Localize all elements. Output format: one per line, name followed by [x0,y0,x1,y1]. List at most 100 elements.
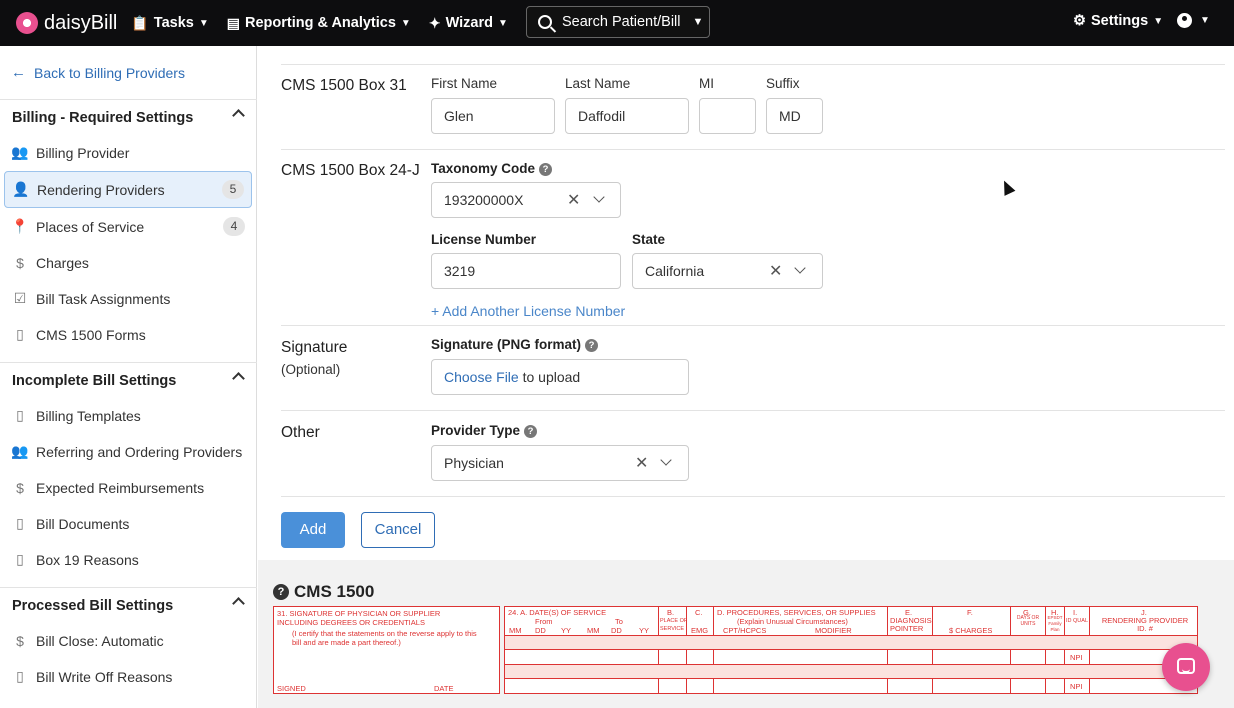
suffix-field[interactable]: MD [766,98,823,134]
cms-d-label: D. PROCEDURES, SERVICES, OR SUPPLIES [717,608,876,617]
chevron-down-icon: ▼ [692,16,704,28]
sidebar-item-label: Bill Documents [36,515,130,532]
clear-icon[interactable]: ✕ [567,190,580,210]
sidebar-item-label: Bill Task Assignments [36,290,171,307]
sidebar-item-label: CMS 1500 Forms [36,326,146,343]
taxonomy-code-value: 193200000X [444,192,524,208]
cms-npi-label: NPI [1070,682,1083,691]
cms-box24-header: 24. A. DATE(S) OF SERVICE [508,608,607,617]
sidebar-item-bill-documents[interactable]: ▯ Bill Documents [4,506,252,541]
help-icon[interactable]: ? [585,339,599,352]
section-billing-required[interactable]: Billing - Required Settings [0,99,257,135]
add-button[interactable]: Add [281,512,345,548]
nav-tasks[interactable]: 📋 Tasks ▼ [131,15,208,32]
sidebar-item-expected-reimbursements[interactable]: $ Expected Reimbursements [4,470,252,505]
clear-icon[interactable]: ✕ [769,261,782,281]
help-icon[interactable]: ? [273,584,289,600]
add-another-license-link[interactable]: + Add Another License Number [431,303,625,319]
cms-npi-label: NPI [1070,653,1083,662]
help-icon[interactable]: ? [539,163,553,176]
settings-menu[interactable]: ⚙ Settings ▼ [1073,13,1163,29]
cms-shaded-row [505,636,1197,649]
section-processed-bill[interactable]: Processed Bill Settings [0,587,257,623]
sidebar-item-label: Rendering Providers [37,181,165,198]
first-name-field[interactable]: Glen [431,98,555,134]
chevron-down-icon: ▼ [1200,15,1210,26]
cms-col-dd: DD [611,626,622,635]
cms-row-divider [505,649,1197,650]
divider [281,149,1225,150]
chevron-down-icon[interactable] [794,262,806,274]
chart-icon: ▤ [226,14,240,31]
provider-type-select[interactable]: Physician ✕ [431,445,689,481]
mi-field[interactable] [699,98,756,134]
last-name-value: Daffodil [578,108,626,124]
document-icon: ▯ [16,551,24,567]
signature-file-upload[interactable]: Choose File to upload [431,359,689,395]
sidebar-item-cms-1500-forms[interactable]: ▯ CMS 1500 Forms [4,317,252,352]
people-icon: 👥 [11,443,29,459]
dollar-icon: $ [16,254,24,271]
taxonomy-code-label-text: Taxonomy Code [431,161,536,176]
sidebar-item-referring-ordering-providers[interactable]: 👥 Referring and Ordering Providers [4,434,252,469]
dollar-icon: $ [16,479,24,496]
settings-sidebar: ← Back to Billing Providers Billing - Re… [0,46,257,708]
chat-launcher-button[interactable] [1162,643,1210,691]
state-value: California [645,263,705,279]
magic-wand-icon: ✦ [428,14,441,31]
chevron-up-icon [232,109,245,122]
cms-col-mm: MM [587,626,600,635]
cms-box31: 31. SIGNATURE OF PHYSICIAN OR SUPPLIER I… [273,606,500,694]
gear-icon: ⚙ [1073,13,1086,29]
cms-col-divider [1010,607,1011,693]
arrow-left-icon: ← [11,64,26,81]
cms-d-sub: (Explain Unusual Circumstances) [737,617,848,626]
dollar-icon: $ [16,632,24,649]
cms-cpt-label: CPT/HCPCS [723,626,767,635]
nav-reporting-analytics[interactable]: ▤ Reporting & Analytics ▼ [227,15,411,32]
brand-logo[interactable]: daisyBill [16,12,117,35]
sidebar-item-charges[interactable]: $ Charges [4,245,252,280]
cancel-button[interactable]: Cancel [361,512,435,548]
taxonomy-code-label: Taxonomy Code? [431,161,553,176]
user-menu[interactable]: ▼ [1177,13,1210,28]
taxonomy-code-select[interactable]: 193200000X ✕ [431,182,621,218]
section-title: Billing - Required Settings [12,109,194,126]
state-select[interactable]: California ✕ [632,253,823,289]
clear-icon[interactable]: ✕ [635,453,648,473]
back-to-billing-providers-link[interactable]: ← Back to Billing Providers [11,64,185,81]
cms-e-sub: DIAGNOSIS POINTER [890,616,932,633]
sidebar-item-bill-close-automatic[interactable]: $ Bill Close: Automatic [4,623,252,658]
search-patient-bill[interactable]: Search Patient/Bill ▼ [526,6,710,38]
document-icon: ▯ [16,326,24,342]
section-incomplete-bill[interactable]: Incomplete Bill Settings [0,362,257,398]
cms-from-label: From [535,617,553,626]
last-name-field[interactable]: Daffodil [565,98,689,134]
nav-wizard[interactable]: ✦ Wizard ▼ [429,15,508,32]
sidebar-item-places-of-service[interactable]: 📍 Places of Service 4 [4,209,252,244]
cms-c-label: C. [695,608,703,617]
help-icon[interactable]: ? [524,425,538,438]
chevron-down-icon[interactable] [660,454,672,466]
sidebar-item-label: Charges [36,254,89,271]
license-number-field[interactable]: 3219 [431,253,621,289]
cms-box31-note: (I certify that the statements on the re… [292,629,477,647]
sidebar-item-rendering-providers[interactable]: 👤 Rendering Providers 5 [4,171,252,208]
first-name-label: First Name [431,76,498,91]
cms-j-sub: RENDERING PROVIDER ID. # [1101,616,1189,633]
cms-title-text: CMS 1500 [294,582,375,601]
sidebar-item-billing-templates[interactable]: ▯ Billing Templates [4,398,252,433]
sidebar-item-label: Places of Service [36,218,145,235]
sidebar-item-bill-write-off-reasons[interactable]: ▯ Bill Write Off Reasons [4,659,252,694]
choose-file-link[interactable]: Choose File [444,369,519,385]
document-icon: ▯ [16,407,24,423]
upload-hint: to upload [518,369,581,385]
sidebar-item-billing-provider[interactable]: 👥 Billing Provider [4,135,252,170]
settings-label: Settings [1091,13,1149,29]
signature-row-label: Signature [281,339,348,356]
sidebar-item-box-19-reasons[interactable]: ▯ Box 19 Reasons [4,542,252,577]
chevron-down-icon[interactable] [593,191,605,203]
signature-png-label-text: Signature (PNG format) [431,337,582,352]
chevron-up-icon [232,597,245,610]
sidebar-item-bill-task-assignments[interactable]: ☑ Bill Task Assignments [4,281,252,316]
